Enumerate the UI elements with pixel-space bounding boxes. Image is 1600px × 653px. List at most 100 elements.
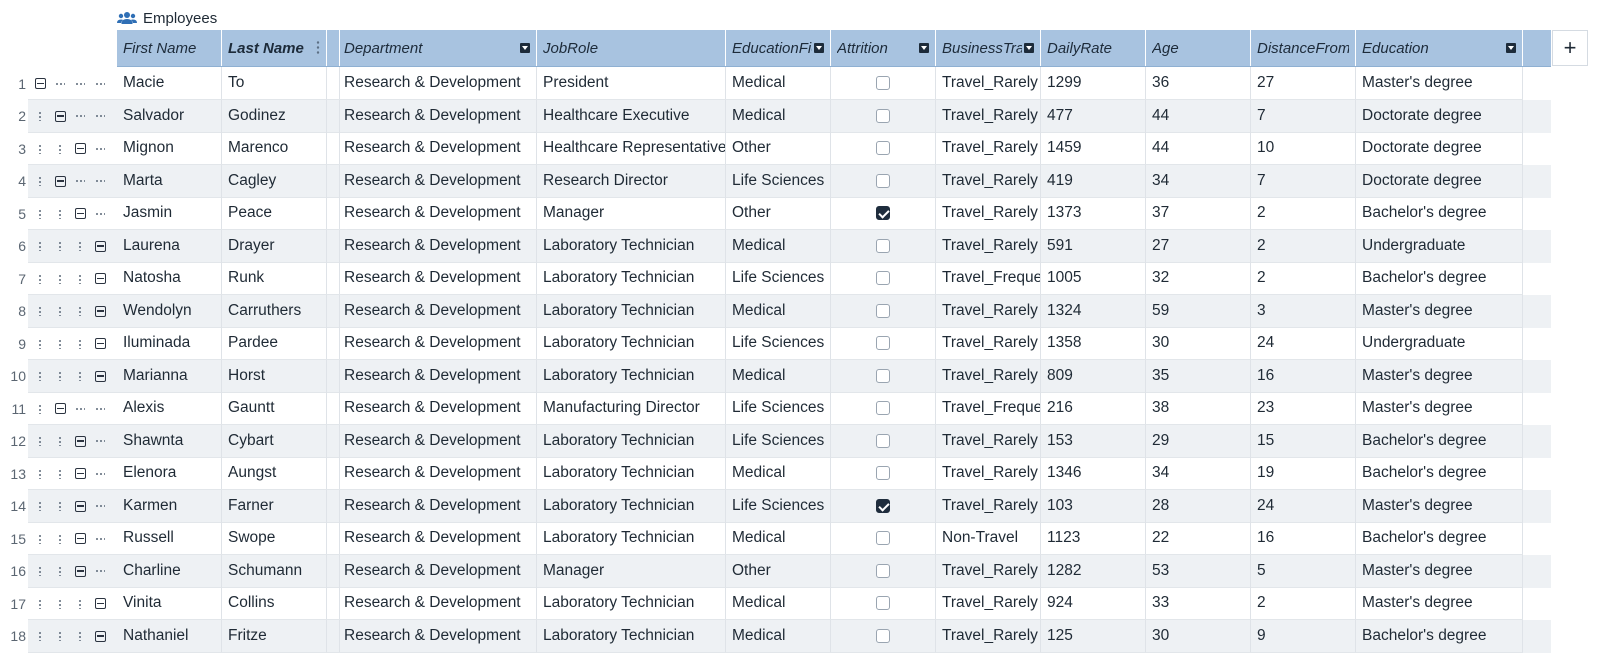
cell-dist[interactable]: 2 bbox=[1251, 587, 1356, 620]
cell-field[interactable]: Life Sciences bbox=[726, 164, 831, 198]
table-row[interactable]: 12 Shawnta Cybart Research & Development Lab… bbox=[0, 424, 1552, 458]
cell-dist[interactable]: 27 bbox=[1251, 67, 1356, 100]
cell-first[interactable]: Russell bbox=[117, 522, 222, 555]
cell-first[interactable]: Shawnta bbox=[117, 424, 222, 458]
cell-attrition[interactable] bbox=[831, 132, 936, 165]
attrition-checkbox[interactable] bbox=[876, 498, 890, 513]
cell-dist[interactable]: 2 bbox=[1251, 197, 1356, 230]
cell-edu[interactable]: Bachelor's degree bbox=[1356, 522, 1523, 555]
cell-first[interactable]: Elenora bbox=[117, 457, 222, 490]
filter-dropdown-icon[interactable] bbox=[520, 43, 530, 53]
collapse-node-icon[interactable] bbox=[70, 132, 90, 165]
collapse-node-icon[interactable] bbox=[70, 425, 90, 458]
cell-field[interactable]: Other bbox=[726, 197, 831, 230]
attrition-checkbox[interactable] bbox=[876, 271, 890, 285]
cell-dept[interactable]: Research & Development bbox=[338, 294, 537, 328]
cell-rate[interactable]: 477 bbox=[1041, 99, 1146, 133]
cell-dist[interactable]: 7 bbox=[1251, 99, 1356, 133]
column-header-education[interactable]: Education bbox=[1356, 30, 1523, 66]
attrition-checkbox[interactable] bbox=[876, 108, 890, 123]
table-row[interactable]: 10 Marianna Horst Research & Development Lab… bbox=[0, 359, 1552, 393]
cell-age[interactable]: 28 bbox=[1146, 489, 1251, 523]
cell-dist[interactable]: 2 bbox=[1251, 229, 1356, 263]
table-row[interactable]: 13 Elenora Aungst Research & Development Lab… bbox=[0, 457, 1552, 490]
cell-last[interactable]: Runk bbox=[222, 262, 327, 295]
collapse-node-icon[interactable] bbox=[50, 392, 70, 425]
table-row[interactable]: 1 Macie To Research & Development President M… bbox=[0, 67, 1552, 100]
cell-rate[interactable]: 924 bbox=[1041, 587, 1146, 620]
cell-age[interactable]: 32 bbox=[1146, 262, 1251, 295]
cell-rate[interactable]: 1282 bbox=[1041, 554, 1146, 588]
cell-travel[interactable]: Travel_Rarely bbox=[936, 164, 1041, 198]
column-header-jobrole[interactable]: JobRole bbox=[537, 30, 726, 66]
cell-last[interactable]: Cybart bbox=[222, 424, 327, 458]
cell-last[interactable]: Gauntt bbox=[222, 392, 327, 425]
cell-last[interactable]: Schumann bbox=[222, 554, 327, 588]
cell-field[interactable]: Medical bbox=[726, 359, 831, 393]
collapse-node-icon[interactable] bbox=[30, 67, 50, 100]
cell-travel[interactable]: Travel_Rarely bbox=[936, 554, 1041, 588]
attrition-checkbox[interactable] bbox=[876, 238, 890, 253]
cell-field[interactable]: Medical bbox=[726, 457, 831, 490]
cell-age[interactable]: 36 bbox=[1146, 67, 1251, 100]
cell-last[interactable]: Godinez bbox=[222, 99, 327, 133]
cell-attrition[interactable] bbox=[831, 229, 936, 263]
cell-dist[interactable]: 15 bbox=[1251, 424, 1356, 458]
attrition-checkbox[interactable] bbox=[876, 563, 890, 578]
cell-edu[interactable]: Doctorate degree bbox=[1356, 164, 1523, 198]
cell-attrition[interactable] bbox=[831, 262, 936, 295]
attrition-checkbox[interactable] bbox=[876, 303, 890, 318]
cell-job[interactable]: Laboratory Technician bbox=[537, 457, 726, 490]
cell-dist[interactable]: 5 bbox=[1251, 554, 1356, 588]
cell-dept[interactable]: Research & Development bbox=[338, 554, 537, 588]
cell-edu[interactable]: Bachelor's degree bbox=[1356, 197, 1523, 230]
attrition-checkbox[interactable] bbox=[876, 368, 890, 383]
cell-job[interactable]: Laboratory Technician bbox=[537, 327, 726, 360]
filter-dropdown-icon[interactable] bbox=[919, 43, 929, 53]
cell-edu[interactable]: Bachelor's degree bbox=[1356, 424, 1523, 458]
cell-field[interactable]: Life Sciences bbox=[726, 424, 831, 458]
cell-age[interactable]: 38 bbox=[1146, 392, 1251, 425]
cell-dept[interactable]: Research & Development bbox=[338, 392, 537, 425]
cell-last[interactable]: Aungst bbox=[222, 457, 327, 490]
cell-edu[interactable]: Master's degree bbox=[1356, 554, 1523, 588]
cell-edu[interactable]: Doctorate degree bbox=[1356, 99, 1523, 133]
attrition-checkbox[interactable] bbox=[876, 466, 890, 480]
table-row[interactable]: 16 Charline Schumann Research & Development… bbox=[0, 554, 1552, 588]
cell-job[interactable]: Laboratory Technician bbox=[537, 229, 726, 263]
cell-travel[interactable]: Travel_Freque bbox=[936, 392, 1041, 425]
cell-age[interactable]: 30 bbox=[1146, 327, 1251, 360]
cell-dist[interactable]: 24 bbox=[1251, 327, 1356, 360]
cell-rate[interactable]: 1459 bbox=[1041, 132, 1146, 165]
cell-attrition[interactable] bbox=[831, 164, 936, 198]
cell-travel[interactable]: Travel_Rarely bbox=[936, 294, 1041, 328]
cell-field[interactable]: Life Sciences bbox=[726, 262, 831, 295]
cell-attrition[interactable] bbox=[831, 359, 936, 393]
cell-first[interactable]: Vinita bbox=[117, 587, 222, 620]
attrition-checkbox[interactable] bbox=[876, 596, 890, 610]
cell-rate[interactable]: 216 bbox=[1041, 392, 1146, 425]
cell-age[interactable]: 33 bbox=[1146, 587, 1251, 620]
cell-rate[interactable]: 809 bbox=[1041, 359, 1146, 393]
cell-dept[interactable]: Research & Development bbox=[338, 327, 537, 360]
collapse-node-icon[interactable] bbox=[90, 230, 110, 263]
cell-dept[interactable]: Research & Development bbox=[338, 457, 537, 490]
column-header-dailyrate[interactable]: DailyRate bbox=[1041, 30, 1146, 66]
cell-rate[interactable]: 1324 bbox=[1041, 294, 1146, 328]
cell-dist[interactable]: 7 bbox=[1251, 164, 1356, 198]
table-row[interactable]: 17 Vinita Collins Research & Development Lab… bbox=[0, 587, 1552, 620]
cell-last[interactable]: Swope bbox=[222, 522, 327, 555]
cell-dept[interactable]: Research & Development bbox=[338, 522, 537, 555]
cell-dept[interactable]: Research & Development bbox=[338, 262, 537, 295]
cell-travel[interactable]: Travel_Rarely bbox=[936, 457, 1041, 490]
cell-dist[interactable]: 23 bbox=[1251, 392, 1356, 425]
cell-first[interactable]: Marianna bbox=[117, 359, 222, 393]
cell-dept[interactable]: Research & Development bbox=[338, 197, 537, 230]
cell-field[interactable]: Medical bbox=[726, 587, 831, 620]
cell-age[interactable]: 34 bbox=[1146, 164, 1251, 198]
column-header-businesstravel[interactable]: BusinessTrav bbox=[936, 30, 1041, 66]
cell-field[interactable]: Other bbox=[726, 132, 831, 165]
table-row[interactable]: 6 Laurena Drayer Research & Development Labo… bbox=[0, 229, 1552, 263]
cell-job[interactable]: Laboratory Technician bbox=[537, 587, 726, 620]
cell-job[interactable]: Healthcare Representative bbox=[537, 132, 726, 165]
